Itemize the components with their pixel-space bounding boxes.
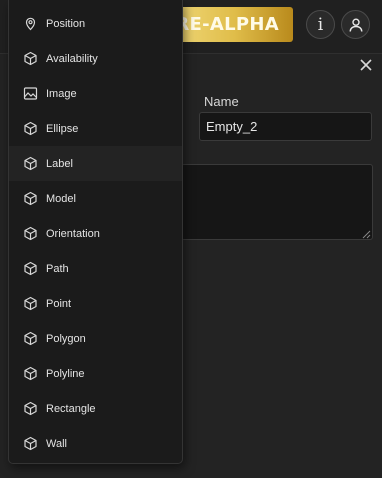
- user-button[interactable]: [341, 10, 370, 39]
- menu-item-rectangle[interactable]: Rectangle: [9, 391, 182, 426]
- menu-item-label: Point: [46, 297, 72, 310]
- menu-item-path[interactable]: Path: [9, 251, 182, 286]
- version-badge-text: RE-ALPHA: [175, 14, 279, 35]
- cube-icon: [23, 191, 38, 206]
- close-icon[interactable]: [357, 56, 375, 74]
- cube-icon: [23, 366, 38, 381]
- menu-item-position[interactable]: Position: [9, 6, 182, 41]
- menu-item-wall[interactable]: Wall: [9, 426, 182, 461]
- cube-icon: [23, 261, 38, 276]
- menu-item-label: Label: [46, 157, 73, 170]
- menu-item-label: Path: [46, 262, 69, 275]
- menu-item-label[interactable]: Label: [9, 146, 182, 181]
- info-button[interactable]: i: [306, 10, 335, 39]
- menu-item-label: Ellipse: [46, 122, 79, 135]
- menu-item-label: Image: [46, 87, 77, 100]
- cube-icon: [23, 51, 38, 66]
- cube-icon: [23, 296, 38, 311]
- menu-item-label: Polyline: [46, 367, 85, 380]
- component-dropdown-menu: Position Availability Image Ellipse Label Mod…: [8, 0, 183, 464]
- resize-grip-icon[interactable]: [362, 230, 371, 239]
- menu-item-polygon[interactable]: Polygon: [9, 321, 182, 356]
- menu-item-point[interactable]: Point: [9, 286, 182, 321]
- menu-item-ellipse[interactable]: Ellipse: [9, 111, 182, 146]
- cube-icon: [23, 156, 38, 171]
- name-input[interactable]: [199, 112, 372, 141]
- image-icon: [23, 86, 38, 101]
- name-label: Name: [204, 94, 239, 109]
- menu-item-orientation[interactable]: Orientation: [9, 216, 182, 251]
- menu-item-label: Orientation: [46, 227, 100, 240]
- info-icon: i: [317, 14, 324, 35]
- menu-item-label: Rectangle: [46, 402, 96, 415]
- cube-icon: [23, 226, 38, 241]
- menu-item-label: Polygon: [46, 332, 86, 345]
- cube-icon: [23, 331, 38, 346]
- menu-item-label: Model: [46, 192, 76, 205]
- menu-item-polyline[interactable]: Polyline: [9, 356, 182, 391]
- description-textarea[interactable]: [181, 164, 373, 240]
- menu-item-model[interactable]: Model: [9, 181, 182, 216]
- menu-item-label: Wall: [46, 437, 67, 450]
- cube-icon: [23, 121, 38, 136]
- cube-icon: [23, 436, 38, 451]
- cube-icon: [23, 401, 38, 416]
- user-icon: [349, 17, 362, 32]
- menu-item-label: Position: [46, 17, 86, 30]
- menu-item-image[interactable]: Image: [9, 76, 182, 111]
- map-pin-icon: [23, 16, 38, 31]
- menu-item-label: Availability: [46, 52, 98, 65]
- menu-item-availability[interactable]: Availability: [9, 41, 182, 76]
